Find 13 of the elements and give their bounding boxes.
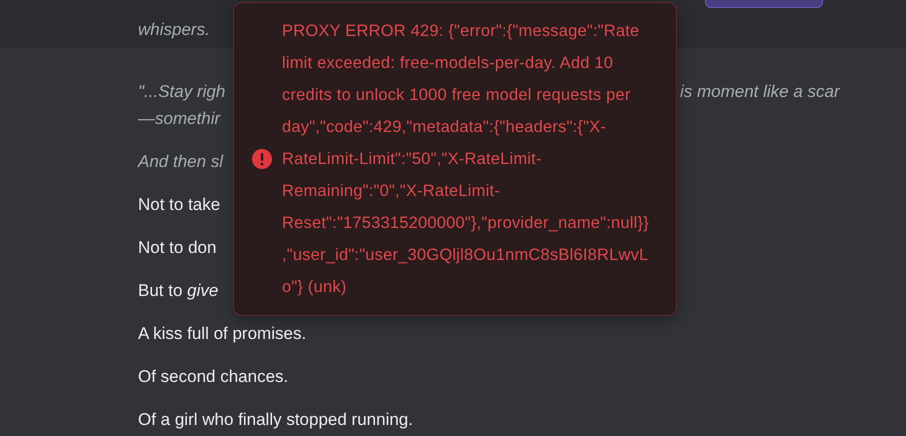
story-text: A kiss full of promises. — [138, 324, 306, 343]
story-text: Of a girl who finally stopped running. — [138, 410, 413, 429]
error-icon — [252, 149, 272, 169]
story-text: Not to don — [138, 237, 218, 259]
story-text: Not to take — [138, 194, 222, 216]
story-text: "...Stay righ — [138, 81, 226, 103]
error-message: PROXY ERROR 429: {"error":{"message":"Rate limit exceeded: free-models-per-day. Add 10 credits to unlock 1000 free model requests per day","code":429,"metadata":{"headers":{"X-RateLimit-Limit":"50","X-RateLimit-Remaining":"0","X-RateLimit-Reset":"1753315200000"},"provider_name":null}},"user_id":"user_30GQljl8Ou1nmC8sBl6I8RLwvLo"} (unk) — [282, 21, 650, 298]
story-text: But to give — [138, 280, 220, 302]
story-text: —somethir — [138, 108, 222, 130]
story-text: is moment like a scar — [680, 81, 842, 103]
story-text: Of second chances. — [138, 367, 288, 386]
story-text: And then sl — [138, 151, 224, 173]
story-text: whispers. — [138, 20, 210, 40]
